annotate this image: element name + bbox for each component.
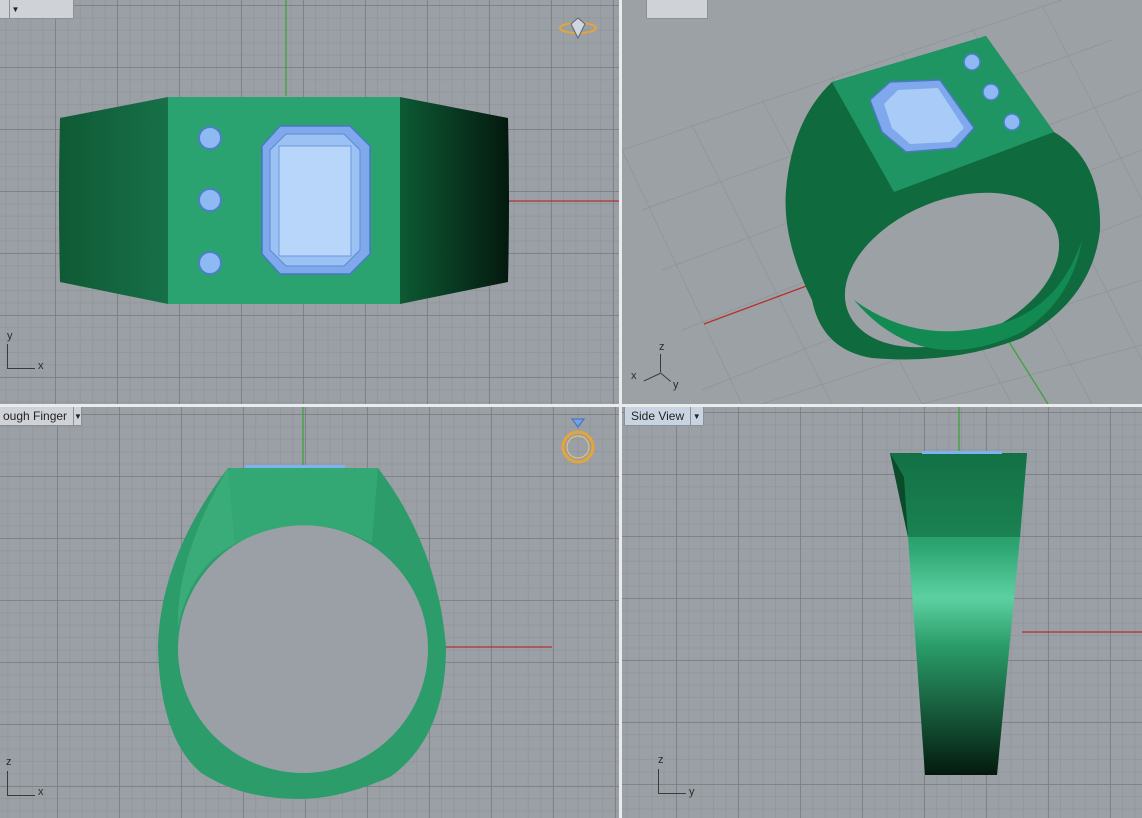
ring-icon[interactable]: [558, 417, 598, 465]
viewport-title-perspective[interactable]: [646, 0, 708, 19]
perspective-view-model: [622, 0, 1142, 404]
viewport-splitter-horizontal[interactable]: [0, 404, 1142, 407]
viewport-title-label: [647, 0, 659, 18]
viewport-front[interactable]: ough Finger ▼ z x: [0, 407, 619, 818]
front-view-model: [158, 407, 552, 799]
gizmo-v: [660, 354, 661, 372]
side-view-model: [890, 407, 1142, 775]
gizmo-v: [7, 344, 8, 368]
center-gem-emerald-cut: [261, 125, 371, 275]
axis-label-y: y: [673, 379, 679, 391]
band-left-shank: [59, 97, 168, 304]
ring-hole: [178, 525, 428, 773]
gizmo-h: [658, 793, 686, 794]
viewport-top[interactable]: ▼ y x: [0, 0, 619, 404]
gizmo-v: [658, 769, 659, 793]
gizmo-h: [7, 795, 35, 796]
axis-label-x: x: [631, 370, 637, 382]
gem-edge: [922, 451, 1002, 454]
ring-head-side: [890, 453, 1027, 537]
axis-label-y: y: [7, 330, 13, 342]
axis-label-y: y: [689, 786, 695, 798]
axis-label-z: z: [658, 754, 664, 766]
viewport-perspective[interactable]: z x y: [622, 0, 1142, 404]
viewport-splitter-vertical[interactable]: [619, 0, 622, 818]
axis-label-z: z: [659, 341, 665, 353]
band-right-shank: [400, 97, 509, 304]
gizmo-v: [7, 771, 8, 795]
axis-label-x: x: [38, 786, 44, 798]
axis-label-x: x: [38, 360, 44, 372]
viewport-side[interactable]: Side View ▼ z y: [622, 407, 1142, 818]
gem-edge: [245, 465, 345, 468]
gizmo-h: [7, 368, 35, 369]
diamond-icon[interactable]: [558, 14, 598, 40]
top-view-model: [59, 0, 619, 304]
axis-label-z: z: [6, 756, 12, 768]
